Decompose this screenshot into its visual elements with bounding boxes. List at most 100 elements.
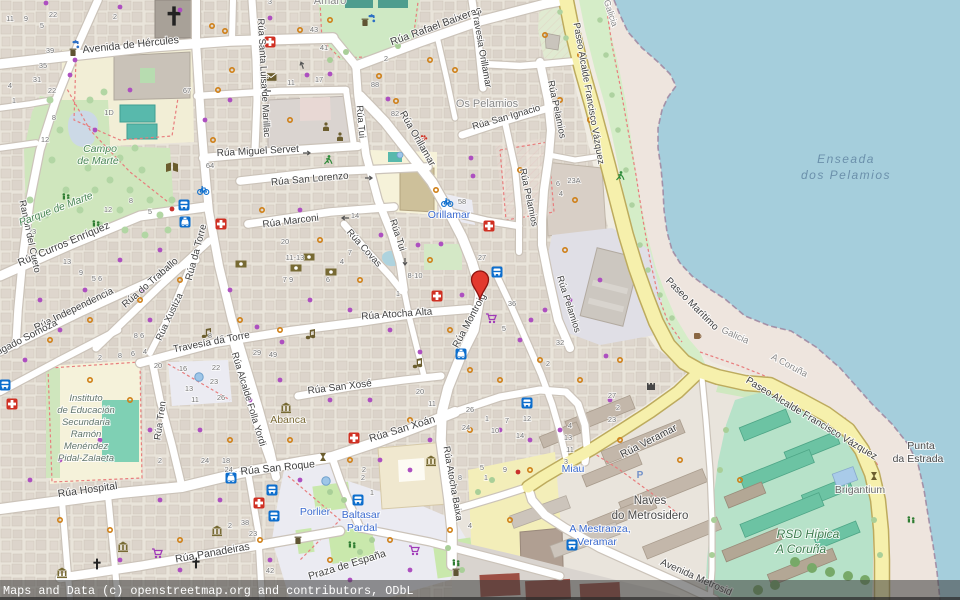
svg-text:41: 41 xyxy=(320,43,328,52)
svg-text:de Marte: de Marte xyxy=(77,155,119,167)
svg-text:Naves: Naves xyxy=(634,495,667,507)
svg-text:20: 20 xyxy=(154,361,162,370)
svg-text:8 6: 8 6 xyxy=(134,331,144,340)
svg-text:4: 4 xyxy=(568,421,572,430)
svg-text:5: 5 xyxy=(502,324,506,333)
svg-text:5: 5 xyxy=(148,207,152,216)
svg-text:64: 64 xyxy=(206,161,214,170)
svg-text:43: 43 xyxy=(310,25,318,34)
svg-text:13: 13 xyxy=(564,433,572,442)
svg-text:Abanca: Abanca xyxy=(270,414,306,426)
svg-text:Pidal-Zalaeta: Pidal-Zalaeta xyxy=(58,453,114,464)
svg-text:12: 12 xyxy=(523,414,531,423)
svg-text:12: 12 xyxy=(41,135,49,144)
svg-text:20: 20 xyxy=(416,387,424,396)
svg-text:14: 14 xyxy=(516,431,524,440)
svg-text:5: 5 xyxy=(40,21,44,30)
svg-text:dos Pelamios: dos Pelamios xyxy=(801,168,891,182)
svg-text:Menéndez: Menéndez xyxy=(64,441,109,452)
svg-text:13: 13 xyxy=(63,257,71,266)
svg-text:1D: 1D xyxy=(104,108,114,117)
svg-text:11-13: 11-13 xyxy=(286,253,305,262)
svg-text:2: 2 xyxy=(546,359,550,368)
svg-text:32: 32 xyxy=(556,338,564,347)
svg-text:2: 2 xyxy=(361,473,365,482)
svg-text:22: 22 xyxy=(48,86,56,95)
svg-text:3: 3 xyxy=(268,0,272,6)
svg-text:8: 8 xyxy=(129,196,133,205)
svg-text:23: 23 xyxy=(210,377,218,386)
svg-text:29: 29 xyxy=(253,348,261,357)
svg-text:da Estrada: da Estrada xyxy=(893,453,944,465)
svg-text:9: 9 xyxy=(79,268,83,277)
svg-text:27: 27 xyxy=(478,253,486,262)
svg-text:23: 23 xyxy=(249,529,257,538)
svg-text:4: 4 xyxy=(143,347,147,356)
svg-text:12: 12 xyxy=(104,205,112,214)
svg-text:Miau: Miau xyxy=(562,463,585,475)
svg-text:8: 8 xyxy=(118,351,122,360)
svg-text:10: 10 xyxy=(491,426,499,435)
svg-text:17: 17 xyxy=(315,75,323,84)
svg-text:23A: 23A xyxy=(567,176,580,185)
svg-text:Secundaria: Secundaria xyxy=(62,417,110,428)
svg-text:Os Pelamios: Os Pelamios xyxy=(456,98,519,110)
svg-text:Instituto: Instituto xyxy=(69,393,102,404)
svg-text:Maps and Data (c) openstreetma: Maps and Data (c) openstreetmap.org and … xyxy=(3,584,414,598)
svg-text:7: 7 xyxy=(348,248,352,257)
svg-text:1: 1 xyxy=(396,289,400,298)
svg-text:8: 8 xyxy=(52,113,56,122)
svg-text:6: 6 xyxy=(556,179,560,188)
svg-text:4: 4 xyxy=(340,257,344,266)
svg-text:do Metrosidero: do Metrosidero xyxy=(612,510,689,522)
svg-text:22: 22 xyxy=(212,363,220,372)
svg-text:13: 13 xyxy=(185,384,193,393)
svg-text:16: 16 xyxy=(179,364,187,373)
svg-text:P: P xyxy=(637,470,644,481)
svg-text:Ramón: Ramón xyxy=(71,429,102,440)
svg-text:2: 2 xyxy=(158,456,162,465)
svg-text:1: 1 xyxy=(370,488,374,497)
svg-text:Porlier: Porlier xyxy=(300,506,331,518)
svg-text:4: 4 xyxy=(8,81,12,90)
svg-text:2: 2 xyxy=(228,521,232,530)
svg-text:7 9: 7 9 xyxy=(283,275,293,284)
svg-text:4: 4 xyxy=(468,521,472,530)
svg-text:Punta: Punta xyxy=(907,440,935,452)
svg-text:11: 11 xyxy=(287,78,295,87)
svg-text:14: 14 xyxy=(351,211,359,220)
svg-text:A Coruña: A Coruña xyxy=(775,542,827,556)
svg-text:18: 18 xyxy=(222,456,230,465)
svg-text:Amaro: Amaro xyxy=(314,0,346,7)
svg-text:6: 6 xyxy=(326,275,330,284)
svg-text:11: 11 xyxy=(428,399,436,408)
svg-text:RSD Hípica: RSD Hípica xyxy=(777,527,840,541)
svg-text:42: 42 xyxy=(266,566,274,575)
svg-text:1: 1 xyxy=(485,414,489,423)
svg-text:de Educación: de Educación xyxy=(57,405,115,416)
svg-text:5: 5 xyxy=(480,463,484,472)
svg-text:2: 2 xyxy=(616,403,620,412)
svg-text:26: 26 xyxy=(466,405,474,414)
svg-text:23: 23 xyxy=(608,415,616,424)
svg-text:8-10: 8-10 xyxy=(407,271,422,280)
svg-text:9: 9 xyxy=(503,465,507,474)
svg-text:8: 8 xyxy=(458,473,462,482)
svg-text:9: 9 xyxy=(24,14,28,23)
svg-text:24: 24 xyxy=(201,456,209,465)
svg-text:Orillamar: Orillamar xyxy=(428,209,471,221)
svg-text:67: 67 xyxy=(183,86,191,95)
svg-text:58: 58 xyxy=(458,197,466,206)
svg-text:11: 11 xyxy=(6,14,14,23)
svg-text:24: 24 xyxy=(462,423,470,432)
svg-text:7: 7 xyxy=(505,416,509,425)
svg-text:27: 27 xyxy=(608,391,616,400)
svg-text:2: 2 xyxy=(384,54,388,63)
svg-text:Pardal: Pardal xyxy=(347,522,377,534)
svg-text:5 6: 5 6 xyxy=(92,274,102,283)
svg-text:22: 22 xyxy=(49,10,57,19)
svg-text:1: 1 xyxy=(12,96,16,105)
svg-text:49: 49 xyxy=(269,350,277,359)
svg-text:4: 4 xyxy=(559,189,563,198)
svg-text:Baltasar: Baltasar xyxy=(342,509,381,521)
